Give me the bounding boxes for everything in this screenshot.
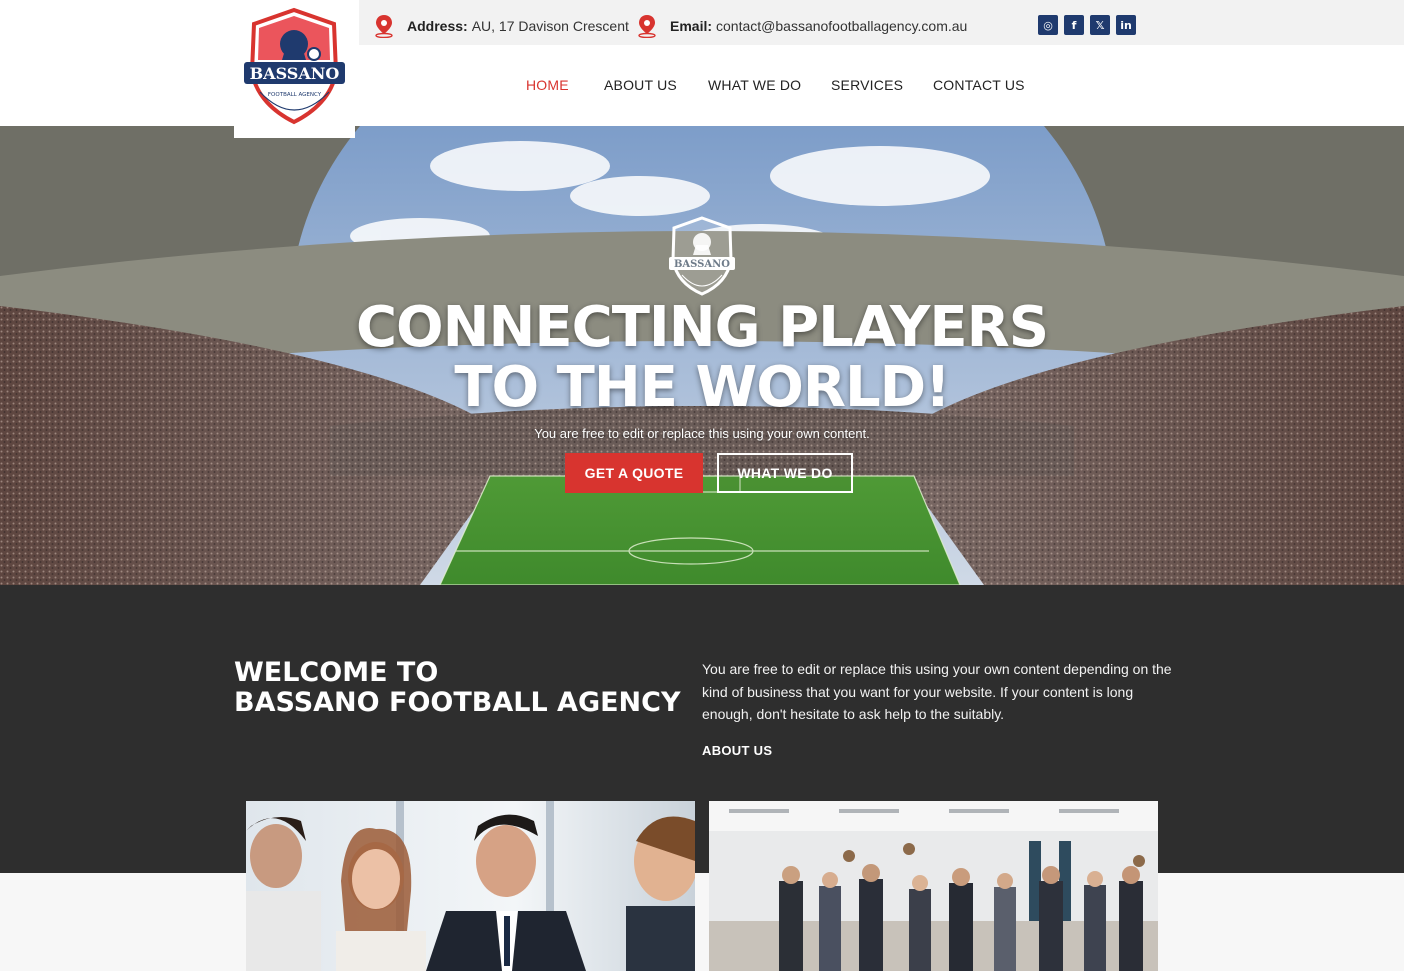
social-links: ◎ f 𝕏 in xyxy=(1038,15,1136,35)
hero-heading: CONNECTING PLAYERS TO THE WORLD! xyxy=(0,298,1404,418)
email-label: Email: xyxy=(670,18,713,34)
get-a-quote-button[interactable]: GET A QUOTE xyxy=(565,453,703,493)
facebook-icon[interactable]: f xyxy=(1064,15,1084,35)
site-logo[interactable]: BASSANO FOOTBALL AGENCY xyxy=(234,0,355,138)
networking-event-photo xyxy=(709,801,1158,971)
nav-what-we-do[interactable]: WHAT WE DO xyxy=(708,77,801,93)
what-we-do-button[interactable]: WHAT WE DO xyxy=(717,453,853,493)
welcome-section: WELCOME TO BASSANO FOOTBALL AGENCY You a… xyxy=(0,585,1404,873)
welcome-heading-line1: WELCOME TO xyxy=(234,657,439,688)
hero-heading-line2: TO THE WORLD! xyxy=(454,355,950,420)
nav-home[interactable]: HOME xyxy=(526,77,569,93)
meeting-image xyxy=(246,801,695,971)
hero-logo-brand-text: BASSANO xyxy=(674,259,730,270)
hero-logo-icon: BASSANO xyxy=(669,216,735,296)
logo-sub-text: FOOTBALL AGENCY xyxy=(268,92,322,98)
nav-services[interactable]: SERVICES xyxy=(831,77,903,93)
map-pin-icon xyxy=(638,15,656,38)
hero-heading-line1: CONNECTING PLAYERS xyxy=(355,295,1049,360)
main-nav: HOME ABOUT US WHAT WE DO SERVICES CONTAC… xyxy=(0,77,1404,97)
address-value: AU, 17 Davison Crescent xyxy=(471,18,629,34)
bassano-crest-logo: BASSANO FOOTBALL AGENCY xyxy=(244,7,345,125)
welcome-heading-line2: BASSANO FOOTBALL AGENCY xyxy=(234,687,681,718)
welcome-description: You are free to edit or replace this usi… xyxy=(702,661,1172,722)
email-info: Email: contact@bassanofootballagency.com… xyxy=(636,14,967,38)
address-info: Address: AU, 17 Davison Crescent xyxy=(373,14,629,38)
nav-contact-us[interactable]: CONTACT US xyxy=(933,77,1025,93)
hero-subtitle: You are free to edit or replace this usi… xyxy=(534,426,870,441)
site-header: Address: AU, 17 Davison Crescent Email: … xyxy=(0,0,1404,126)
address-label: Address: xyxy=(407,18,468,34)
hero-banner: BASSANO CONNECTING PLAYERS TO THE WORLD!… xyxy=(0,126,1404,585)
about-us-link[interactable]: ABOUT US xyxy=(702,743,772,758)
event-image xyxy=(709,801,1158,971)
welcome-heading: WELCOME TO BASSANO FOOTBALL AGENCY xyxy=(234,658,681,718)
logo-brand-text: BASSANO xyxy=(250,64,340,83)
x-icon[interactable]: 𝕏 xyxy=(1090,15,1110,35)
map-pin-icon xyxy=(375,15,393,38)
instagram-icon[interactable]: ◎ xyxy=(1038,15,1058,35)
email-link[interactable]: contact@bassanofootballagency.com.au xyxy=(716,18,967,34)
linkedin-icon[interactable]: in xyxy=(1116,15,1136,35)
business-meeting-photo xyxy=(246,801,695,971)
nav-about-us[interactable]: ABOUT US xyxy=(604,77,677,93)
